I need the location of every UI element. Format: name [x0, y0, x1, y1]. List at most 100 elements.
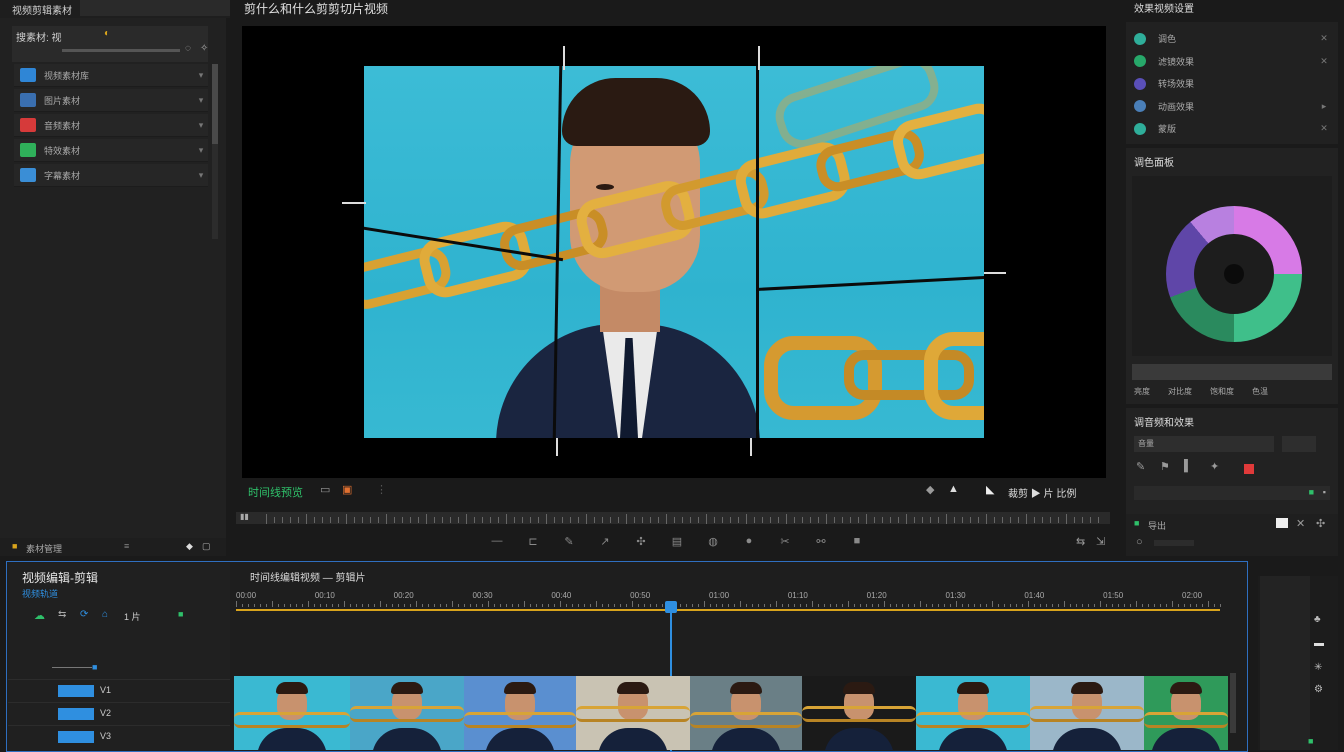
bookmark-icon[interactable]: ▌: [1184, 460, 1192, 472]
chevron-down-icon[interactable]: ▾: [194, 145, 208, 156]
circle-tool-icon[interactable]: ●: [738, 532, 760, 550]
effect-item[interactable]: 蒙版 ✕: [1134, 118, 1330, 139]
item-icon: [20, 93, 36, 107]
side-chat-icon[interactable]: ▬: [1314, 638, 1324, 649]
chevron-down-icon[interactable]: ▾: [194, 95, 208, 106]
ruler-tick: [404, 604, 405, 607]
effect-item[interactable]: 转场效果: [1134, 73, 1330, 94]
arrow-tool-icon[interactable]: ↗: [594, 532, 616, 550]
folder-icon[interactable]: ■: [12, 541, 17, 551]
viewer-scrubber[interactable]: ▮▮: [236, 512, 1110, 524]
link-tool-icon[interactable]: ⚯: [810, 532, 832, 550]
timeline-scrollbar[interactable]: [1230, 673, 1236, 733]
grid-icon[interactable]: ◆: [186, 541, 193, 552]
video-clip-thumbnail[interactable]: [802, 676, 916, 750]
playhead-handle[interactable]: [664, 601, 677, 613]
side-leaf-icon[interactable]: ♣: [1314, 614, 1321, 625]
ruler-tick: [878, 604, 879, 607]
effect-item[interactable]: 调色 ✕: [1134, 28, 1330, 49]
refresh-icon[interactable]: ◌: [185, 43, 191, 54]
audio-input[interactable]: 音量: [1134, 436, 1274, 452]
left-item[interactable]: 字幕素材 ▾: [14, 164, 208, 187]
video-clip-thumbnail[interactable]: [234, 676, 350, 750]
ruler-tick: [872, 604, 873, 607]
left-search-bar[interactable]: 搜素材: 视 ◐ ◌ ✧: [12, 26, 208, 62]
effect-item-label: 滤镜效果: [1158, 56, 1195, 67]
scrubber-tick: [586, 514, 587, 524]
scrollbar[interactable]: [212, 64, 218, 239]
ruler-tick: [464, 604, 465, 607]
side-green-icon[interactable]: ■: [1308, 736, 1313, 746]
diamond-icon[interactable]: ◆: [926, 483, 934, 496]
effect-icon: [1134, 77, 1146, 90]
scrubber-tick: [906, 514, 907, 524]
monitor-icon[interactable]: ▭: [320, 483, 330, 496]
red-swatch-icon[interactable]: [1244, 464, 1254, 474]
settings-icon[interactable]: ✧: [200, 43, 208, 54]
scrubber-tick: [1010, 517, 1011, 523]
left-item[interactable]: 特效素材 ▾: [14, 139, 208, 162]
left-item[interactable]: 图片素材 ▾: [14, 89, 208, 112]
track-row[interactable]: V3: [8, 725, 230, 748]
square-tool-icon[interactable]: ■: [846, 532, 868, 550]
video-clip-thumbnail[interactable]: [1030, 676, 1144, 750]
video-clip-thumbnail[interactable]: [916, 676, 1030, 750]
effect-item[interactable]: 滤镜效果 ✕: [1134, 51, 1330, 72]
video-clip-thumbnail[interactable]: [350, 676, 464, 750]
list-view-icon[interactable]: ≡: [124, 541, 129, 551]
ruler-tick: [884, 601, 885, 607]
video-clip-thumbnail[interactable]: [576, 676, 690, 750]
undo-icon[interactable]: ⇆: [1076, 535, 1085, 548]
viewer-canvas[interactable]: [242, 26, 1106, 478]
video-clip-thumbnail[interactable]: [690, 676, 802, 750]
track-cloud-icon[interactable]: ☁: [34, 609, 45, 622]
track-link-icon[interactable]: ⇆: [58, 609, 66, 620]
circle-icon[interactable]: ○: [1136, 536, 1143, 548]
effect-action-icon[interactable]: ▸: [1318, 101, 1330, 112]
chevron-down-icon[interactable]: ▾: [194, 70, 208, 81]
cut-tool-icon[interactable]: ✂: [774, 532, 796, 550]
track-row[interactable]: V1: [8, 679, 230, 702]
color-wheel[interactable]: [1166, 206, 1302, 342]
scrubber-tick: [562, 517, 563, 523]
minus-tool-icon[interactable]: —: [486, 532, 508, 550]
settings2-icon[interactable]: ✣: [1316, 517, 1325, 530]
effect-action-icon[interactable]: ✕: [1318, 123, 1330, 134]
ruler[interactable]: 00:00 00:10 00:20 00:30 00:40 00:50 01:00 01:10…: [236, 591, 1222, 607]
more-icon[interactable]: ⋮: [376, 483, 387, 496]
crop-icon[interactable]: ◣: [986, 483, 994, 496]
expand-icon[interactable]: ⇲: [1096, 535, 1105, 548]
window-icon[interactable]: [1276, 518, 1288, 528]
globe-tool-icon[interactable]: ◍: [702, 532, 724, 550]
record-icon[interactable]: ▣: [342, 483, 352, 496]
panel-icon[interactable]: ▢: [202, 541, 211, 552]
effect-action-icon[interactable]: ✕: [1318, 33, 1330, 44]
side-settings-icon[interactable]: ⚙: [1314, 684, 1323, 695]
track-home-icon[interactable]: ⌂: [102, 609, 108, 620]
flag-icon[interactable]: ⚑: [1160, 460, 1170, 473]
volume-slider[interactable]: [62, 49, 180, 52]
effect-item[interactable]: 动画效果 ▸: [1134, 96, 1330, 117]
close-icon[interactable]: ✕: [1296, 517, 1305, 530]
marker-icon[interactable]: ▲: [948, 483, 959, 495]
bracket-tool-icon[interactable]: ⊏: [522, 532, 544, 550]
chevron-down-icon[interactable]: ▾: [194, 170, 208, 181]
eyedropper-icon[interactable]: ✎: [1136, 460, 1145, 473]
effect-action-icon[interactable]: ✕: [1318, 56, 1330, 67]
effect-tool-icon[interactable]: ✣: [630, 532, 652, 550]
video-clip-thumbnail[interactable]: [1144, 676, 1228, 750]
side-star-icon[interactable]: ✳: [1314, 662, 1322, 673]
clip-tool-icon[interactable]: ▤: [666, 532, 688, 550]
right-panel-title: 效果视频设置: [1134, 4, 1194, 15]
track-row[interactable]: V2: [8, 702, 230, 725]
track-sync-icon[interactable]: ⟳: [80, 609, 88, 620]
audio-section-title: 调音频和效果: [1134, 418, 1194, 429]
left-item[interactable]: 音频素材 ▾: [14, 114, 208, 137]
ruler-tick: [1148, 604, 1149, 607]
ruler-tick: [398, 604, 399, 607]
left-item[interactable]: 视频素材库 ▾: [14, 64, 208, 87]
magic-icon[interactable]: ✦: [1210, 460, 1219, 473]
pen-tool-icon[interactable]: ✎: [558, 532, 580, 550]
video-clip-thumbnail[interactable]: [464, 676, 576, 750]
chevron-down-icon[interactable]: ▾: [194, 120, 208, 131]
